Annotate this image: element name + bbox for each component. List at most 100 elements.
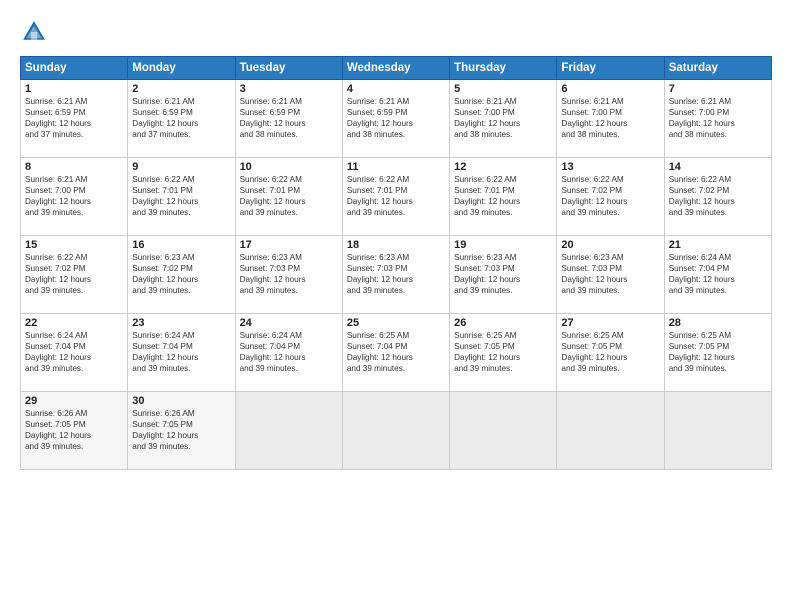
calendar-day-cell: 6Sunrise: 6:21 AM Sunset: 7:00 PM Daylig… <box>557 80 664 158</box>
day-number: 22 <box>25 317 123 329</box>
calendar-day-cell <box>235 392 342 470</box>
calendar-day-header: Thursday <box>450 57 557 80</box>
calendar-day-cell: 17Sunrise: 6:23 AM Sunset: 7:03 PM Dayli… <box>235 236 342 314</box>
calendar-day-cell: 30Sunrise: 6:26 AM Sunset: 7:05 PM Dayli… <box>128 392 235 470</box>
calendar-week-row: 29Sunrise: 6:26 AM Sunset: 7:05 PM Dayli… <box>21 392 772 470</box>
calendar-day-cell <box>664 392 771 470</box>
calendar-week-row: 22Sunrise: 6:24 AM Sunset: 7:04 PM Dayli… <box>21 314 772 392</box>
day-info: Sunrise: 6:21 AM Sunset: 6:59 PM Dayligh… <box>240 96 338 140</box>
calendar-page: SundayMondayTuesdayWednesdayThursdayFrid… <box>0 0 792 612</box>
day-info: Sunrise: 6:26 AM Sunset: 7:05 PM Dayligh… <box>132 408 230 452</box>
calendar-day-cell: 11Sunrise: 6:22 AM Sunset: 7:01 PM Dayli… <box>342 158 449 236</box>
day-info: Sunrise: 6:22 AM Sunset: 7:01 PM Dayligh… <box>240 174 338 218</box>
day-number: 27 <box>561 317 659 329</box>
day-info: Sunrise: 6:25 AM Sunset: 7:04 PM Dayligh… <box>347 330 445 374</box>
day-info: Sunrise: 6:23 AM Sunset: 7:03 PM Dayligh… <box>347 252 445 296</box>
calendar-day-cell <box>557 392 664 470</box>
day-info: Sunrise: 6:25 AM Sunset: 7:05 PM Dayligh… <box>561 330 659 374</box>
day-number: 8 <box>25 161 123 173</box>
calendar-day-header: Monday <box>128 57 235 80</box>
calendar-day-cell: 21Sunrise: 6:24 AM Sunset: 7:04 PM Dayli… <box>664 236 771 314</box>
day-number: 7 <box>669 83 767 95</box>
calendar-week-row: 15Sunrise: 6:22 AM Sunset: 7:02 PM Dayli… <box>21 236 772 314</box>
day-number: 12 <box>454 161 552 173</box>
calendar-day-cell: 20Sunrise: 6:23 AM Sunset: 7:03 PM Dayli… <box>557 236 664 314</box>
day-info: Sunrise: 6:21 AM Sunset: 7:00 PM Dayligh… <box>25 174 123 218</box>
day-number: 11 <box>347 161 445 173</box>
calendar-day-cell: 25Sunrise: 6:25 AM Sunset: 7:04 PM Dayli… <box>342 314 449 392</box>
calendar-day-header: Wednesday <box>342 57 449 80</box>
calendar-day-cell: 1Sunrise: 6:21 AM Sunset: 6:59 PM Daylig… <box>21 80 128 158</box>
day-number: 10 <box>240 161 338 173</box>
calendar-table: SundayMondayTuesdayWednesdayThursdayFrid… <box>20 56 772 470</box>
day-number: 20 <box>561 239 659 251</box>
day-info: Sunrise: 6:22 AM Sunset: 7:02 PM Dayligh… <box>561 174 659 218</box>
calendar-day-cell: 13Sunrise: 6:22 AM Sunset: 7:02 PM Dayli… <box>557 158 664 236</box>
calendar-week-row: 1Sunrise: 6:21 AM Sunset: 6:59 PM Daylig… <box>21 80 772 158</box>
day-number: 2 <box>132 83 230 95</box>
day-info: Sunrise: 6:26 AM Sunset: 7:05 PM Dayligh… <box>25 408 123 452</box>
day-info: Sunrise: 6:22 AM Sunset: 7:01 PM Dayligh… <box>347 174 445 218</box>
calendar-day-cell: 5Sunrise: 6:21 AM Sunset: 7:00 PM Daylig… <box>450 80 557 158</box>
calendar-day-cell: 10Sunrise: 6:22 AM Sunset: 7:01 PM Dayli… <box>235 158 342 236</box>
calendar-day-header: Sunday <box>21 57 128 80</box>
calendar-day-cell: 18Sunrise: 6:23 AM Sunset: 7:03 PM Dayli… <box>342 236 449 314</box>
day-info: Sunrise: 6:22 AM Sunset: 7:02 PM Dayligh… <box>25 252 123 296</box>
logo <box>20 18 52 46</box>
day-number: 30 <box>132 395 230 407</box>
calendar-day-cell: 12Sunrise: 6:22 AM Sunset: 7:01 PM Dayli… <box>450 158 557 236</box>
day-number: 23 <box>132 317 230 329</box>
day-number: 5 <box>454 83 552 95</box>
day-number: 15 <box>25 239 123 251</box>
calendar-day-cell: 27Sunrise: 6:25 AM Sunset: 7:05 PM Dayli… <box>557 314 664 392</box>
day-number: 14 <box>669 161 767 173</box>
day-info: Sunrise: 6:23 AM Sunset: 7:02 PM Dayligh… <box>132 252 230 296</box>
day-info: Sunrise: 6:24 AM Sunset: 7:04 PM Dayligh… <box>132 330 230 374</box>
day-info: Sunrise: 6:25 AM Sunset: 7:05 PM Dayligh… <box>669 330 767 374</box>
calendar-day-cell: 26Sunrise: 6:25 AM Sunset: 7:05 PM Dayli… <box>450 314 557 392</box>
calendar-day-cell: 9Sunrise: 6:22 AM Sunset: 7:01 PM Daylig… <box>128 158 235 236</box>
day-number: 29 <box>25 395 123 407</box>
day-info: Sunrise: 6:21 AM Sunset: 7:00 PM Dayligh… <box>561 96 659 140</box>
day-number: 25 <box>347 317 445 329</box>
day-info: Sunrise: 6:21 AM Sunset: 6:59 PM Dayligh… <box>25 96 123 140</box>
calendar-day-cell: 15Sunrise: 6:22 AM Sunset: 7:02 PM Dayli… <box>21 236 128 314</box>
day-info: Sunrise: 6:24 AM Sunset: 7:04 PM Dayligh… <box>240 330 338 374</box>
calendar-day-cell: 3Sunrise: 6:21 AM Sunset: 6:59 PM Daylig… <box>235 80 342 158</box>
calendar-day-cell: 29Sunrise: 6:26 AM Sunset: 7:05 PM Dayli… <box>21 392 128 470</box>
calendar-day-cell: 2Sunrise: 6:21 AM Sunset: 6:59 PM Daylig… <box>128 80 235 158</box>
day-number: 16 <box>132 239 230 251</box>
calendar-day-cell <box>450 392 557 470</box>
day-info: Sunrise: 6:23 AM Sunset: 7:03 PM Dayligh… <box>240 252 338 296</box>
day-info: Sunrise: 6:21 AM Sunset: 6:59 PM Dayligh… <box>132 96 230 140</box>
day-info: Sunrise: 6:22 AM Sunset: 7:02 PM Dayligh… <box>669 174 767 218</box>
day-number: 17 <box>240 239 338 251</box>
calendar-header-row: SundayMondayTuesdayWednesdayThursdayFrid… <box>21 57 772 80</box>
day-info: Sunrise: 6:24 AM Sunset: 7:04 PM Dayligh… <box>25 330 123 374</box>
day-number: 3 <box>240 83 338 95</box>
calendar-day-cell: 22Sunrise: 6:24 AM Sunset: 7:04 PM Dayli… <box>21 314 128 392</box>
calendar-day-cell <box>342 392 449 470</box>
day-number: 19 <box>454 239 552 251</box>
calendar-day-cell: 23Sunrise: 6:24 AM Sunset: 7:04 PM Dayli… <box>128 314 235 392</box>
calendar-day-cell: 14Sunrise: 6:22 AM Sunset: 7:02 PM Dayli… <box>664 158 771 236</box>
day-number: 13 <box>561 161 659 173</box>
calendar-day-cell: 8Sunrise: 6:21 AM Sunset: 7:00 PM Daylig… <box>21 158 128 236</box>
day-number: 1 <box>25 83 123 95</box>
calendar-day-cell: 28Sunrise: 6:25 AM Sunset: 7:05 PM Dayli… <box>664 314 771 392</box>
day-number: 6 <box>561 83 659 95</box>
day-info: Sunrise: 6:22 AM Sunset: 7:01 PM Dayligh… <box>454 174 552 218</box>
day-info: Sunrise: 6:23 AM Sunset: 7:03 PM Dayligh… <box>454 252 552 296</box>
logo-icon <box>20 18 48 46</box>
day-number: 28 <box>669 317 767 329</box>
day-number: 21 <box>669 239 767 251</box>
day-info: Sunrise: 6:21 AM Sunset: 6:59 PM Dayligh… <box>347 96 445 140</box>
day-info: Sunrise: 6:25 AM Sunset: 7:05 PM Dayligh… <box>454 330 552 374</box>
calendar-day-header: Saturday <box>664 57 771 80</box>
calendar-day-cell: 7Sunrise: 6:21 AM Sunset: 7:00 PM Daylig… <box>664 80 771 158</box>
day-number: 18 <box>347 239 445 251</box>
calendar-day-cell: 19Sunrise: 6:23 AM Sunset: 7:03 PM Dayli… <box>450 236 557 314</box>
calendar-day-cell: 4Sunrise: 6:21 AM Sunset: 6:59 PM Daylig… <box>342 80 449 158</box>
day-info: Sunrise: 6:24 AM Sunset: 7:04 PM Dayligh… <box>669 252 767 296</box>
day-info: Sunrise: 6:21 AM Sunset: 7:00 PM Dayligh… <box>669 96 767 140</box>
